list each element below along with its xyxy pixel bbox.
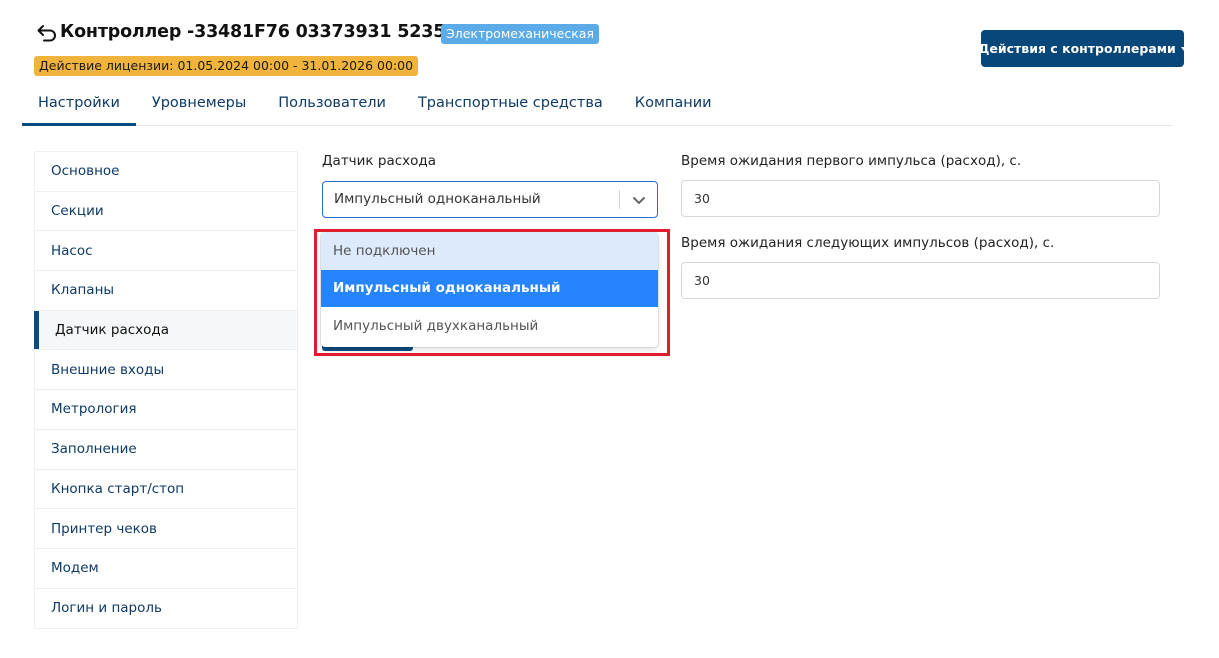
tab-settings[interactable]: Настройки	[22, 84, 136, 126]
sidebar-item-pump[interactable]: Насос	[35, 231, 297, 272]
sidebar-item-main[interactable]: Основное	[35, 152, 297, 192]
controller-type-badge: Электромеханическая	[441, 24, 599, 44]
option-dual-channel-pulse[interactable]: Импульсный двухканальный	[321, 307, 658, 345]
flow-sensor-label: Датчик расхода	[322, 153, 436, 169]
main-tabs: Настройки Уровнемеры Пользователи Трансп…	[22, 84, 1172, 126]
flow-sensor-select[interactable]: Импульсный одноканальный	[322, 181, 658, 218]
sidebar-item-login-password[interactable]: Логин и пароль	[35, 589, 297, 629]
controller-actions-button[interactable]: Действия с контроллерами	[978, 30, 1187, 67]
first-pulse-timeout-label: Время ожидания первого импульса (расход)…	[681, 153, 1022, 169]
flow-sensor-select-value: Импульсный одноканальный	[334, 191, 541, 207]
sidebar-item-modem[interactable]: Модем	[35, 549, 297, 589]
license-badge: Действие лицензии: 01.05.2024 00:00 - 31…	[34, 56, 419, 76]
flow-sensor-dropdown-menu: Не подключен Импульсный одноканальный Им…	[321, 232, 658, 347]
tab-level-gauges[interactable]: Уровнемеры	[136, 84, 262, 126]
next-pulse-timeout-input[interactable]	[681, 262, 1160, 299]
option-single-channel-pulse[interactable]: Импульсный одноканальный	[321, 269, 658, 307]
tab-companies[interactable]: Компании	[619, 84, 728, 126]
first-pulse-timeout-input[interactable]	[681, 180, 1160, 217]
tab-users[interactable]: Пользователи	[262, 84, 402, 126]
sidebar-item-valves[interactable]: Клапаны	[35, 271, 297, 311]
controller-actions-label: Действия с контроллерами	[978, 41, 1176, 56]
sidebar-item-receipt-printer[interactable]: Принтер чеков	[35, 509, 297, 549]
chevron-down-icon[interactable]	[629, 190, 649, 210]
sidebar-item-metrology[interactable]: Метрология	[35, 390, 297, 430]
sidebar-item-filling[interactable]: Заполнение	[35, 430, 297, 470]
settings-sidebar: Основное Секции Насос Клапаны Датчик рас…	[34, 151, 298, 630]
select-separator	[619, 190, 620, 209]
caret-down-icon	[1180, 47, 1187, 51]
sidebar-item-start-stop-button[interactable]: Кнопка старт/стоп	[35, 470, 297, 510]
sidebar-item-flow-sensor[interactable]: Датчик расхода	[34, 310, 297, 351]
back-arrow-icon[interactable]	[36, 23, 58, 43]
page-title: Контроллер -33481F76 03373931 5235364C	[60, 22, 494, 42]
sidebar-item-external-inputs[interactable]: Внешние входы	[35, 350, 297, 391]
next-pulse-timeout-label: Время ожидания следующих импульсов (расх…	[681, 235, 1055, 251]
option-not-connected[interactable]: Не подключен	[321, 232, 658, 270]
sidebar-item-sections[interactable]: Секции	[35, 192, 297, 232]
tab-vehicles[interactable]: Транспортные средства	[402, 84, 619, 126]
